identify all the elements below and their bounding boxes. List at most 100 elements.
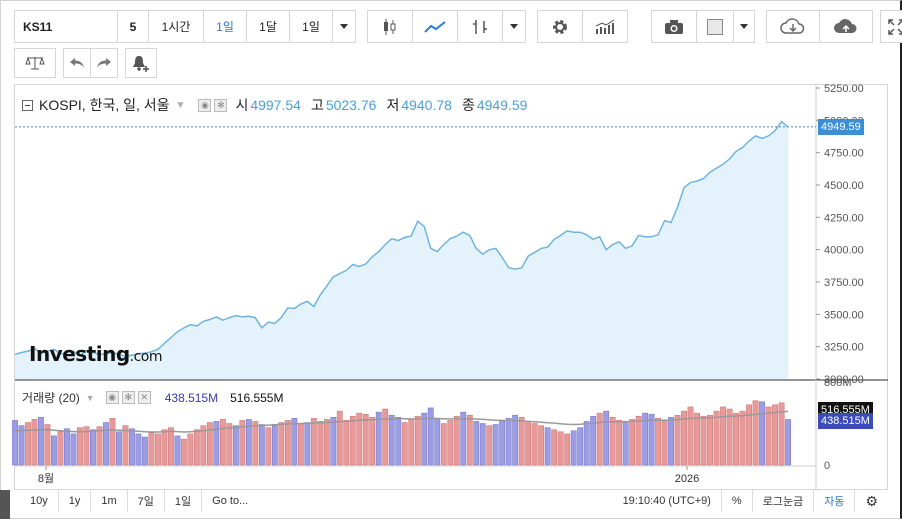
volume-bar (616, 420, 623, 466)
range-1m-button[interactable]: 1m (91, 490, 128, 512)
volume-bar (174, 435, 181, 466)
volume-bar (168, 427, 174, 466)
volume-bar (674, 414, 681, 466)
volume-bar (629, 419, 636, 466)
volume-bar (187, 433, 194, 466)
volume-bar (148, 432, 155, 466)
volume-bar (44, 424, 51, 466)
volume-bar (687, 406, 694, 466)
volume-bar (655, 418, 661, 466)
close-value: 4949.59 (476, 97, 528, 113)
high-value: 5023.76 (325, 97, 377, 113)
volume-bar (700, 415, 707, 466)
chevron-down-icon[interactable]: ▼ (176, 100, 186, 111)
series-title: KOSPI, 한국, 일, 서울 (39, 97, 170, 113)
volume-bar (518, 417, 525, 466)
volume-bar (479, 423, 486, 466)
volume-value-2: 516.555M (230, 390, 284, 405)
close-label: 종 (461, 97, 475, 113)
volume-bar (388, 414, 395, 466)
auto-scale-toggle[interactable]: 자동 (814, 490, 856, 512)
volume-bar (193, 429, 200, 466)
volume-bar (161, 429, 168, 466)
range-10y-button[interactable]: 10y (14, 490, 59, 512)
volume-bar (765, 406, 772, 466)
volume-bar (252, 421, 259, 466)
volume-bar (661, 421, 668, 466)
volume-bar (544, 427, 551, 466)
collapse-legend-icon[interactable] (22, 99, 33, 111)
open-label: 시 (235, 97, 249, 113)
volume-bar (752, 400, 759, 466)
volume-last-tag: 438.515M (818, 412, 873, 429)
range-7d-button[interactable]: 7일 (128, 490, 165, 512)
volume-bar (64, 428, 70, 466)
eye-icon[interactable]: ◉ (198, 98, 212, 112)
volume-legend: 거래량 (20) ▼ ◉ ✻ ✕ 438.515M 516.555M (22, 389, 283, 406)
gear-icon[interactable]: ✻ (121, 391, 135, 404)
clock-timezone[interactable]: 19:10:40 (UTC+9) (613, 490, 722, 512)
volume-bar (349, 415, 356, 466)
volume-bar (18, 425, 25, 466)
volume-bar (206, 422, 213, 466)
volume-bar (473, 421, 480, 466)
low-label: 저 (386, 97, 400, 113)
volume-bar (304, 422, 311, 466)
price-tick-label: 3750.00 (824, 277, 864, 289)
volume-bar (310, 418, 317, 466)
volume-tick-label: 800M (824, 377, 852, 389)
volume-bar (466, 414, 473, 466)
volume-bar (226, 423, 233, 466)
price-tick-label: 4000.00 (824, 245, 864, 257)
volume-bar (38, 417, 44, 466)
range-1y-button[interactable]: 1y (59, 490, 92, 512)
goto-button[interactable]: Go to... (202, 490, 258, 512)
percent-toggle[interactable]: % (722, 490, 753, 512)
chevron-down-icon[interactable]: ▼ (86, 393, 95, 403)
volume-bar (427, 407, 434, 466)
time-tick-label: 2026 (675, 473, 699, 485)
volume-bar (109, 418, 116, 466)
volume-bar (343, 420, 350, 466)
volume-bar (531, 423, 538, 466)
volume-bar (557, 431, 564, 466)
volume-bar (668, 417, 674, 466)
log-scale-toggle[interactable]: 로그눈금 (753, 490, 815, 512)
last-price-tag: 4949.59 (818, 118, 864, 135)
volume-bar (155, 433, 161, 466)
volume-bar (564, 433, 571, 466)
volume-bar (434, 418, 441, 466)
open-value: 4997.54 (250, 97, 301, 113)
volume-bar (12, 420, 18, 466)
volume-bar (122, 425, 129, 466)
panel-grip (0, 490, 10, 519)
volume-bar (694, 412, 700, 466)
volume-bar (707, 414, 713, 466)
volume-bar (336, 410, 343, 466)
price-tick-label: 4500.00 (824, 180, 864, 192)
volume-value-1: 438.515M (164, 390, 219, 405)
volume-bar (785, 419, 791, 466)
volume-bar (129, 428, 135, 466)
volume-bar (421, 412, 428, 466)
axis-settings-button[interactable]: ⚙ (855, 490, 888, 512)
eye-icon[interactable]: ◉ (105, 391, 119, 404)
price-chart[interactable]: 5250.005000.004750.004500.004250.004000.… (0, 0, 902, 519)
volume-bar (401, 422, 408, 466)
bottom-toolbar: 10y 1y 1m 7일 1일 Go to... 19:10:40 (UTC+9… (14, 490, 888, 512)
gear-icon[interactable]: ✻ (214, 98, 228, 112)
range-1d-button[interactable]: 1일 (165, 490, 203, 512)
volume-bar (135, 433, 142, 466)
volume-bar (570, 430, 577, 466)
volume-bar (70, 433, 77, 466)
volume-bar (297, 423, 304, 466)
volume-bar (635, 415, 642, 466)
volume-bar (395, 417, 402, 466)
volume-bar (505, 418, 512, 466)
volume-bar (538, 425, 545, 466)
close-icon[interactable]: ✕ (137, 391, 151, 404)
volume-bar (733, 412, 739, 466)
time-tick-label: 8월 (38, 472, 54, 485)
volume-bar (603, 410, 610, 466)
volume-bar (525, 421, 532, 466)
